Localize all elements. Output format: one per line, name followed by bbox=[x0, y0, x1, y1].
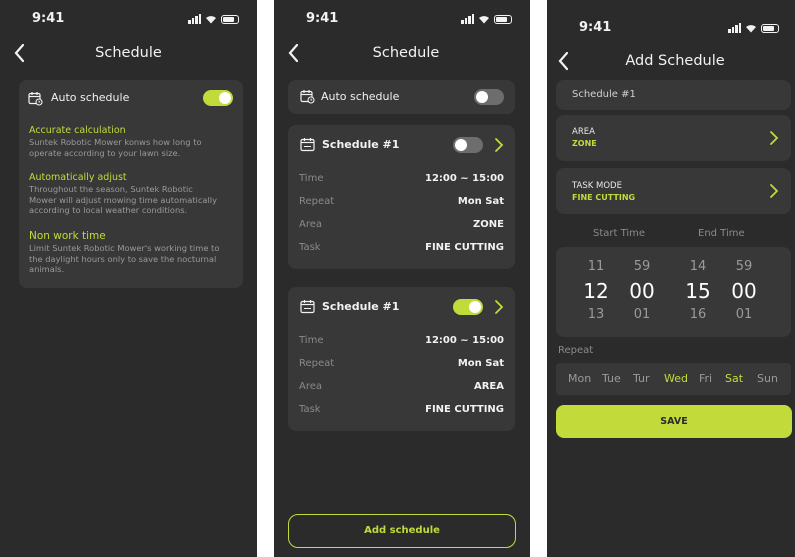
row-label: Repeat bbox=[299, 196, 335, 207]
repeat-label: Repeat bbox=[558, 345, 594, 356]
auto-schedule-toggle[interactable] bbox=[203, 90, 233, 106]
nav-bar: Schedule bbox=[0, 42, 257, 66]
row-label: Task bbox=[299, 404, 321, 415]
battery-icon bbox=[221, 14, 239, 24]
auto-schedule-label: Auto schedule bbox=[321, 90, 400, 103]
day-fri[interactable]: Fri bbox=[699, 372, 712, 385]
row-value: Mon Sat bbox=[457, 358, 504, 369]
chevron-left-icon[interactable] bbox=[12, 42, 28, 64]
chevron-right-icon[interactable] bbox=[769, 183, 779, 199]
row-value: Mon Sat bbox=[457, 196, 504, 207]
screen-schedule-list: 9:41 Schedule Auto schedule Schedule #1 … bbox=[274, 0, 530, 557]
nav-bar: Add Schedule bbox=[547, 50, 795, 74]
section-heading: Non work time bbox=[29, 230, 106, 242]
row-label: Task bbox=[299, 242, 321, 253]
status-time: 9:41 bbox=[306, 11, 339, 26]
day-tue[interactable]: Tue bbox=[602, 372, 621, 385]
schedule-toggle[interactable] bbox=[453, 137, 483, 153]
repeat-days: Mon Tue Tur Wed Fri Sat Sun bbox=[556, 363, 791, 395]
page-title: Schedule bbox=[372, 45, 440, 61]
row-label: Time bbox=[299, 335, 324, 346]
day-tur[interactable]: Tur bbox=[633, 372, 650, 385]
row-value: AREA bbox=[473, 381, 504, 392]
status-time: 9:41 bbox=[32, 11, 65, 26]
screen-schedule-info: 9:41 Schedule Auto schedule Accurate cal… bbox=[0, 0, 257, 557]
section-heading: Automatically adjust bbox=[29, 172, 127, 183]
start-hour-wheel[interactable]: 11 12 13 bbox=[573, 259, 619, 323]
time-picker[interactable]: 11 12 13 59 00 01 14 15 16 59 00 01 bbox=[556, 247, 791, 337]
nav-bar: Schedule bbox=[274, 42, 530, 66]
auto-schedule-label: Auto schedule bbox=[51, 91, 130, 104]
schedule-toggle[interactable] bbox=[453, 299, 483, 315]
day-sun[interactable]: Sun bbox=[757, 372, 778, 385]
end-time-label: End Time bbox=[698, 228, 745, 239]
schedule-name: Schedule #1 bbox=[322, 300, 400, 313]
day-wed[interactable]: Wed bbox=[664, 372, 688, 385]
end-hour-wheel[interactable]: 14 15 16 bbox=[675, 259, 721, 323]
task-mode-value: FINE CUTTING bbox=[572, 193, 636, 202]
auto-schedule-row: Auto schedule bbox=[288, 80, 515, 114]
auto-schedule-card: Auto schedule Accurate calculation Sunte… bbox=[19, 80, 243, 288]
signal-icon bbox=[188, 14, 201, 24]
status-bar: 9:41 bbox=[274, 11, 530, 29]
save-button[interactable]: SAVE bbox=[556, 405, 792, 438]
status-time: 9:41 bbox=[579, 20, 612, 35]
chevron-left-icon[interactable] bbox=[556, 50, 572, 72]
battery-icon bbox=[494, 14, 512, 24]
section-body: Suntek Robotic Mower konws how long to op… bbox=[29, 137, 202, 158]
row-value: 12:00 ~ 15:00 bbox=[424, 335, 504, 346]
row-value: FINE CUTTING bbox=[425, 242, 504, 253]
wifi-icon bbox=[206, 16, 216, 24]
start-minute-wheel[interactable]: 59 00 01 bbox=[619, 259, 665, 323]
end-minute-wheel[interactable]: 59 00 01 bbox=[721, 259, 767, 323]
chevron-right-icon[interactable] bbox=[769, 130, 779, 146]
signal-icon bbox=[461, 14, 474, 24]
row-value: FINE CUTTING bbox=[425, 404, 504, 415]
page-title: Schedule bbox=[95, 45, 162, 61]
schedule-card[interactable]: Schedule #1 Time 12:00 ~ 15:00 Repeat Mo… bbox=[288, 125, 515, 269]
schedule-name: Schedule #1 bbox=[322, 138, 400, 151]
chevron-right-icon[interactable] bbox=[494, 299, 504, 315]
section-body: Limit Suntek Robotic Mower's working tim… bbox=[29, 243, 220, 274]
add-schedule-button[interactable]: Add schedule bbox=[288, 514, 516, 548]
calendar-clock-icon bbox=[28, 92, 43, 106]
status-bar: 9:41 bbox=[547, 20, 795, 38]
start-time-label: Start Time bbox=[593, 228, 646, 239]
calendar-clock-icon bbox=[300, 138, 315, 152]
battery-icon bbox=[761, 23, 779, 33]
schedule-name-field[interactable]: Schedule #1 bbox=[556, 80, 791, 110]
row-label: Area bbox=[299, 219, 323, 230]
chevron-left-icon[interactable] bbox=[286, 42, 302, 64]
calendar-clock-icon bbox=[300, 300, 315, 314]
area-label: AREA bbox=[572, 127, 595, 137]
area-selector[interactable]: AREA ZONE bbox=[556, 115, 791, 161]
calendar-clock-icon bbox=[300, 90, 315, 104]
status-bar: 9:41 bbox=[0, 11, 257, 29]
row-label: Time bbox=[299, 173, 324, 184]
schedule-name-value: Schedule #1 bbox=[572, 89, 636, 100]
task-mode-label: TASK MODE bbox=[572, 181, 622, 191]
row-value: ZONE bbox=[473, 219, 504, 230]
area-value: ZONE bbox=[572, 139, 597, 148]
schedule-card[interactable]: Schedule #1 Time 12:00 ~ 15:00 Repeat Mo… bbox=[288, 287, 515, 431]
chevron-right-icon[interactable] bbox=[494, 137, 504, 153]
day-sat[interactable]: Sat bbox=[725, 372, 743, 385]
row-value: 12:00 ~ 15:00 bbox=[424, 173, 504, 184]
auto-schedule-toggle[interactable] bbox=[474, 89, 504, 105]
section-heading: Accurate calculation bbox=[29, 125, 126, 136]
page-title: Add Schedule bbox=[625, 53, 725, 69]
task-mode-selector[interactable]: TASK MODE FINE CUTTING bbox=[556, 168, 791, 214]
wifi-icon bbox=[479, 16, 489, 24]
wifi-icon bbox=[746, 25, 756, 33]
row-label: Repeat bbox=[299, 358, 335, 369]
section-body: Throughout the season, Suntek Robotic Mow… bbox=[29, 184, 217, 215]
day-mon[interactable]: Mon bbox=[568, 372, 591, 385]
row-label: Area bbox=[299, 381, 323, 392]
screen-add-schedule: 9:41 Add Schedule Schedule #1 AREA ZONE … bbox=[547, 0, 795, 557]
signal-icon bbox=[728, 23, 741, 33]
